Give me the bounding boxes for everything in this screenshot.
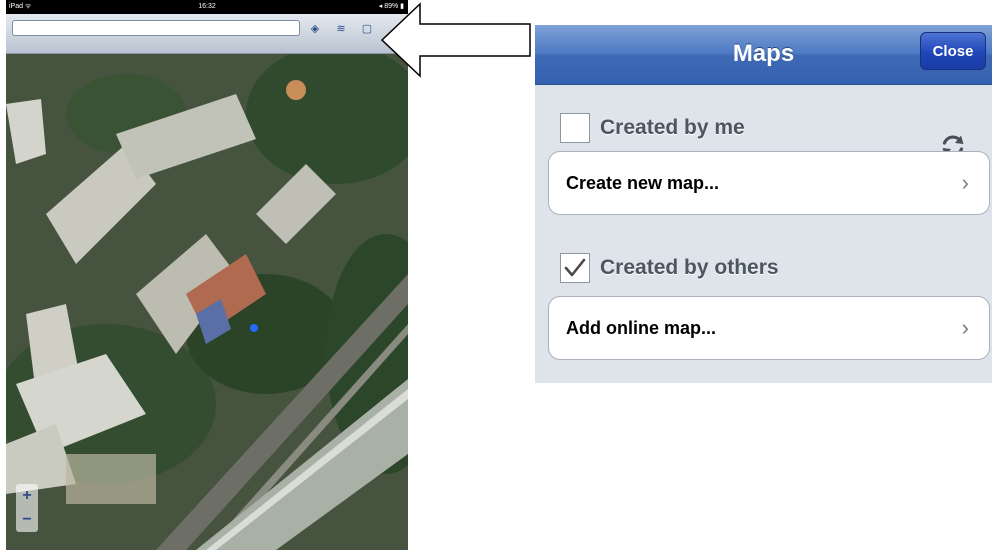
zoom-control: + − [16,484,38,532]
created-by-me-checkbox[interactable] [560,113,590,143]
maps-panel: Maps Close Created by me Create new map.… [535,25,992,383]
status-time: 16:32 [198,3,216,10]
satellite-map[interactable] [6,44,408,550]
create-new-map-row[interactable]: Create new map... › [548,151,990,215]
callout-arrow [380,2,531,78]
zoom-out-button[interactable]: − [16,508,38,532]
close-button[interactable]: Close [920,32,986,70]
add-online-map-row[interactable]: Add online map... › [548,296,990,360]
status-bar: iPad ᯤ 16:32 ◂ 89% ▮ [6,0,408,14]
section-created-by-others: Created by others [560,251,779,285]
page-icon[interactable]: ▢ [358,19,376,37]
create-new-map-label: Create new map... [566,173,720,193]
section-created-by-me: Created by me [560,111,745,145]
chevron-right-icon: › [961,315,969,340]
created-by-me-label: Created by me [600,116,745,139]
map-search-input[interactable] [12,20,300,36]
chevron-right-icon: › [961,170,969,195]
created-by-others-checkbox[interactable] [560,253,590,283]
zoom-in-button[interactable]: + [16,484,38,508]
layers-icon[interactable]: ≋ [332,19,350,37]
maps-navbar: Maps Close [535,25,992,85]
ipad-map-screen: iPad ᯤ 16:32 ◂ 89% ▮ ◈ ≋ ▢ + − [6,0,408,550]
add-online-map-label: Add online map... [566,318,717,338]
checkmark-icon [564,258,586,277]
satellite-imagery [6,44,408,550]
locate-icon[interactable]: ◈ [306,19,324,37]
created-by-others-label: Created by others [600,256,779,279]
